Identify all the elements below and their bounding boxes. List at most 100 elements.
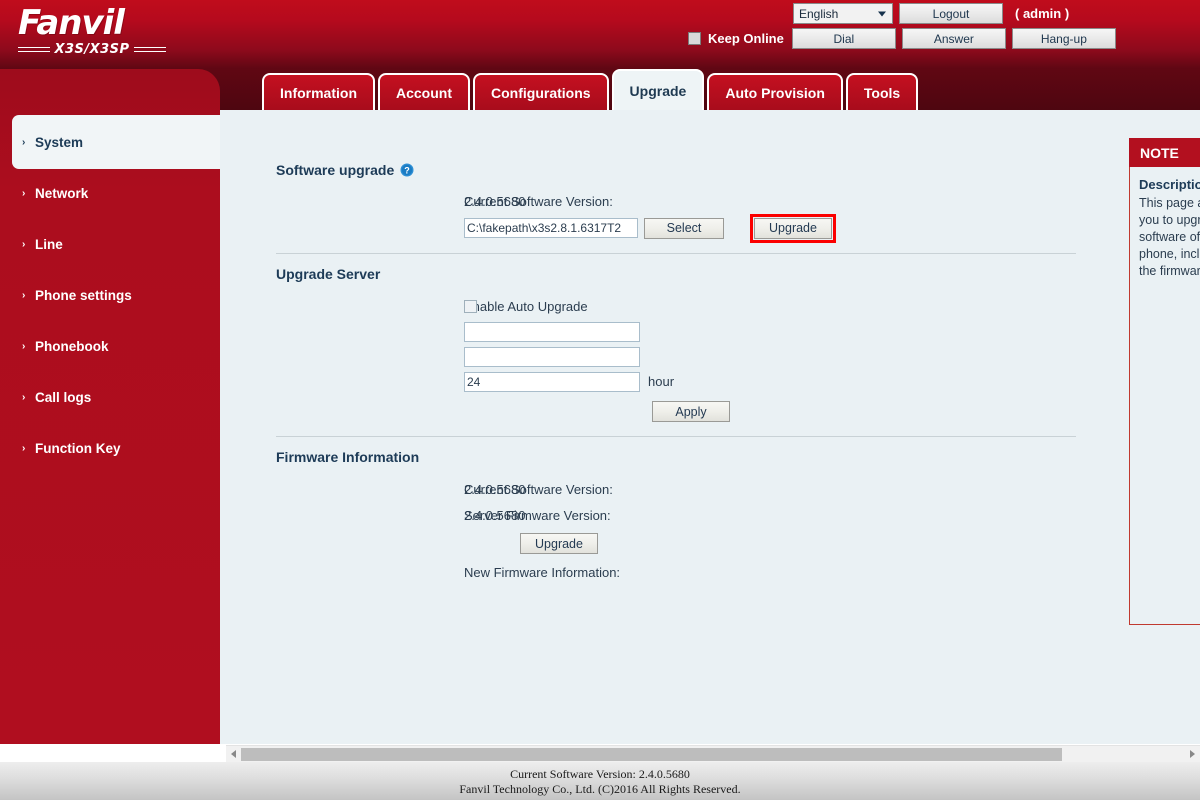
current-version-label: Current Software Version: [464, 193, 613, 209]
sidebar-item-network[interactable]: › Network [0, 179, 220, 207]
upgrade-form: Software upgrade ? Current Software Vers… [276, 162, 1076, 585]
sidebar-item-label: Call logs [35, 389, 92, 405]
fw-current-version-row: Current Software Version: 2.4.0.5680 [276, 476, 1076, 502]
new-firmware-info-label: New Firmware Information: [464, 564, 621, 580]
scrollbar-thumb[interactable] [241, 747, 1063, 761]
server-address1-row: Upgrade Server Address1 [276, 319, 1076, 344]
current-version-value: 2.4.0.5680 [464, 193, 526, 209]
fw-server-version-row: Server Firmware Version: 2.4.0.5680 [276, 502, 1076, 528]
enable-auto-upgrade-checkbox[interactable] [464, 299, 477, 313]
sidebar-item-label: Line [35, 236, 63, 252]
apply-row: Apply [276, 401, 1076, 422]
note-description-text: This page allows you to upgrade software… [1139, 196, 1200, 278]
system-image-file-input[interactable]: C:\fakepath\x3s2.8.1.6317T2 [464, 218, 638, 238]
help-question-icon[interactable]: ? [400, 163, 414, 177]
sidebar-item-phonebook[interactable]: › Phonebook [0, 332, 220, 360]
logout-button[interactable]: Logout [899, 3, 1003, 24]
sidebar-item-system[interactable]: › System [12, 115, 220, 169]
upgrade-server-heading: Upgrade Server [276, 266, 1076, 282]
software-upgrade-heading: Software upgrade ? [276, 162, 1076, 178]
enable-auto-upgrade-label: Enable Auto Upgrade [464, 298, 588, 314]
server-address2-row: Upgrade Server Address2 [276, 344, 1076, 369]
update-interval-input[interactable]: 24 [464, 371, 640, 392]
admin-user-label: ( admin ) [1015, 6, 1070, 21]
sidebar: › System › Network › Line › Phone settin… [0, 69, 220, 744]
footer-version: Current Software Version: 2.4.0.5680 [510, 767, 690, 781]
logo-rule-right [133, 47, 167, 52]
answer-button[interactable]: Answer [901, 28, 1006, 49]
update-interval-unit: hour [648, 374, 675, 389]
system-image-file-row: System Image File C:\fakepath\x3s2.8.1.6… [276, 213, 1076, 243]
system-image-file-label: System Image File [276, 221, 572, 236]
select-file-button[interactable]: Select [644, 217, 724, 239]
tab-upgrade[interactable]: Upgrade [611, 69, 705, 110]
chevron-right-icon: › [22, 391, 26, 403]
sidebar-item-call-logs[interactable]: › Call logs [0, 383, 220, 411]
firmware-upgrade-row: Upgrade [276, 533, 1076, 554]
keep-online-label: Keep Online [708, 31, 784, 46]
chevron-right-icon: › [22, 187, 26, 199]
server-address1-input[interactable] [464, 321, 640, 342]
update-interval-label: Update Interval: [276, 374, 556, 389]
svg-text:?: ? [405, 166, 411, 176]
arrow-left-icon[interactable] [226, 746, 241, 763]
chevron-right-icon: › [22, 238, 26, 250]
fw-server-version-value: 2.4.0.5680 [464, 507, 526, 523]
footer-copyright: Fanvil Technology Co., Ltd. (C)2016 All … [459, 782, 741, 796]
sidebar-item-function-key[interactable]: › Function Key [0, 434, 220, 462]
keep-online-checkbox[interactable] [688, 32, 701, 45]
language-select[interactable]: English [793, 3, 893, 24]
language-select-value: English [799, 6, 839, 21]
sidebar-item-label: Function Key [35, 440, 121, 456]
fw-current-version-label: Current Software Version: [464, 481, 613, 497]
tab-auto-provision[interactable]: Auto Provision [707, 73, 843, 110]
brand-model-row: X3S/X3SP [18, 42, 167, 57]
note-body: Description: This page allows you to upg… [1129, 167, 1200, 625]
sidebar-nav-list: › Network › Line › Phone settings › Phon… [0, 179, 220, 485]
server-address2-input[interactable] [464, 346, 640, 367]
brand-logo: Fanvil X3S/X3SP [18, 6, 188, 57]
fw-current-version-value: 2.4.0.5680 [464, 481, 526, 497]
main-content: Software upgrade ? Current Software Vers… [220, 110, 1200, 744]
chevron-right-icon: › [22, 442, 26, 454]
tab-tools[interactable]: Tools [845, 73, 919, 110]
server-address1-label: Upgrade Server Address1 [276, 324, 614, 339]
sidebar-item-line[interactable]: › Line [0, 230, 220, 258]
tab-information[interactable]: Information [262, 73, 375, 110]
apply-button[interactable]: Apply [652, 401, 730, 422]
tab-list: Information Account Configurations Upgra… [262, 69, 921, 110]
brand-model: X3S/X3SP [54, 42, 130, 57]
upgrade-software-button[interactable]: Upgrade [754, 217, 832, 239]
dial-button[interactable]: Dial [791, 28, 896, 49]
enable-auto-upgrade-row: Enable Auto Upgrade [276, 293, 1076, 319]
logo-rule-left [18, 47, 51, 52]
header-top-controls: English Logout ( admin ) [793, 3, 1069, 24]
header-call-controls: Keep Online Dial Answer Hang-up [688, 28, 1116, 49]
hangup-button[interactable]: Hang-up [1011, 28, 1116, 49]
server-address2-label: Upgrade Server Address2 [276, 349, 614, 364]
chevron-right-icon: › [22, 289, 26, 301]
tab-configurations[interactable]: Configurations [473, 73, 609, 110]
divider-2 [276, 436, 1076, 437]
arrow-right-icon[interactable] [1185, 746, 1200, 763]
chevron-down-icon [878, 11, 886, 16]
firmware-information-heading: Firmware Information [276, 449, 1076, 465]
current-version-row: Current Software Version: 2.4.0.5680 [276, 189, 1076, 213]
divider-1 [276, 253, 1076, 254]
sidebar-item-label: Phonebook [35, 338, 109, 354]
scrollbar-track[interactable] [241, 747, 1185, 761]
sidebar-item-phone-settings[interactable]: › Phone settings [0, 281, 220, 309]
tab-account[interactable]: Account [378, 73, 470, 110]
sidebar-item-label: System [35, 134, 84, 150]
chevron-right-icon: › [22, 340, 26, 352]
note-panel: NOTE Description: This page allows you t… [1129, 138, 1200, 625]
brand-name: Fanvil [18, 3, 125, 43]
new-firmware-info-row: New Firmware Information: [276, 559, 1076, 585]
upgrade-firmware-button[interactable]: Upgrade [520, 533, 598, 554]
sidebar-item-label: Network [35, 185, 89, 201]
upgrade-server-title: Upgrade Server [276, 266, 381, 282]
chevron-right-icon: › [22, 136, 26, 148]
note-header: NOTE [1129, 138, 1200, 167]
horizontal-scrollbar[interactable] [226, 745, 1200, 762]
fw-server-version-label: Server Firmware Version: [464, 507, 611, 523]
